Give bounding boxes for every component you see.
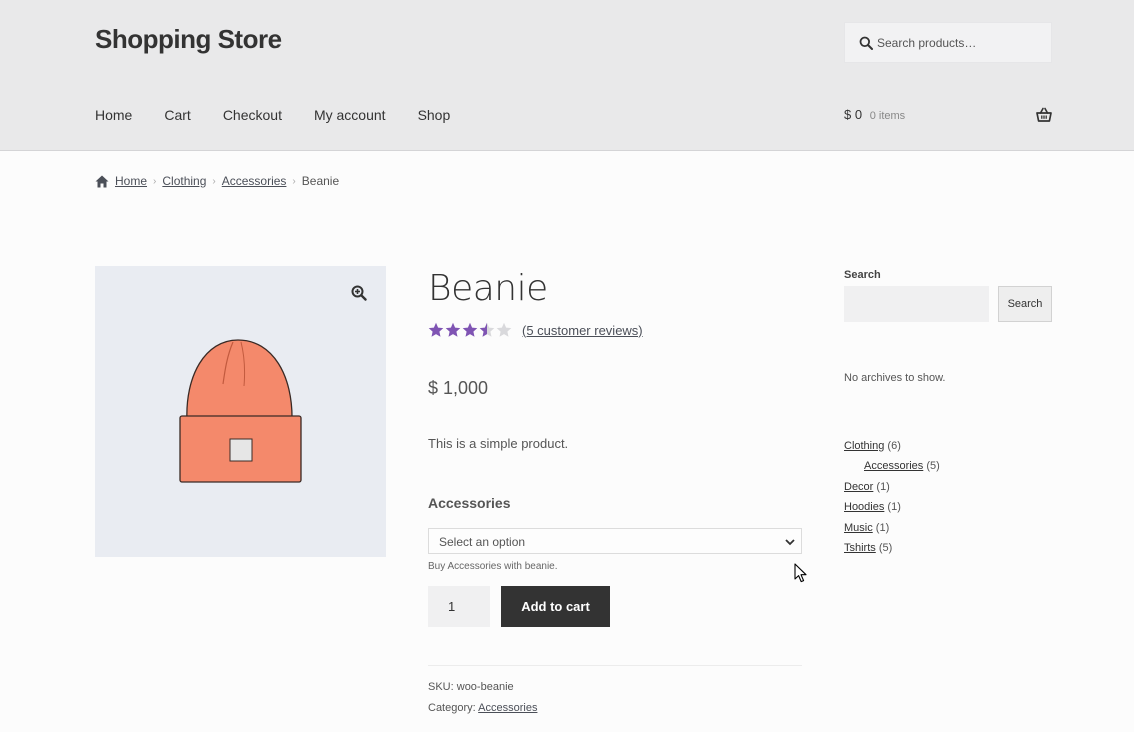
category-label: Category:	[428, 702, 476, 714]
primary-nav: Home Cart Checkout My account Shop	[95, 107, 482, 123]
product-image[interactable]	[95, 266, 386, 557]
breadcrumb-accessories[interactable]: Accessories	[222, 174, 287, 188]
category-item: Clothing (6)	[844, 439, 940, 459]
breadcrumb: Home › Clothing › Accessories › Beanie	[95, 174, 339, 188]
archives-empty-text: No archives to show.	[844, 372, 946, 384]
variation-label: Accessories	[428, 495, 511, 511]
breadcrumb-current: Beanie	[301, 174, 340, 188]
category-item: Accessories (5)	[844, 459, 940, 479]
nav-shop[interactable]: Shop	[418, 107, 451, 123]
divider	[428, 665, 802, 666]
basket-icon[interactable]	[1036, 107, 1052, 123]
product-search[interactable]	[844, 22, 1052, 63]
chevron-down-icon	[785, 539, 795, 546]
site-title[interactable]: Shopping Store	[95, 24, 282, 55]
category-link-hoodies[interactable]: Hoodies	[844, 501, 884, 513]
category-link[interactable]: Accessories	[478, 702, 537, 714]
sku-value: woo-beanie	[456, 681, 514, 693]
search-input[interactable]	[877, 23, 1047, 62]
nav-home[interactable]: Home	[95, 107, 132, 123]
star-icon	[445, 322, 461, 337]
category-item: Music (1)	[844, 521, 940, 541]
category-count: (1)	[876, 480, 890, 493]
star-icon	[428, 322, 444, 337]
category-item: Tshirts (5)	[844, 541, 940, 561]
star-icon	[479, 322, 495, 337]
product-rating: (5 customer reviews)	[428, 322, 643, 338]
product-category: Category: Accessories	[428, 702, 537, 714]
variation-description: Buy Accessories with beanie.	[428, 561, 558, 572]
breadcrumb-separator: ›	[292, 175, 296, 187]
category-count: (1)	[875, 521, 890, 534]
sku-label: SKU:	[428, 681, 454, 693]
sidebar-search-button[interactable]: Search	[998, 286, 1052, 322]
zoom-icon[interactable]	[351, 285, 367, 301]
product-price: $ 1,000	[428, 378, 489, 398]
header-cart[interactable]: $ 0 0 items	[844, 107, 1052, 125]
sidebar-search-input[interactable]	[844, 286, 989, 322]
category-link-accessories[interactable]: Accessories	[864, 460, 923, 472]
nav-my-account[interactable]: My account	[314, 107, 386, 123]
product-short-description: This is a simple product.	[428, 436, 569, 451]
cursor-icon	[794, 563, 807, 583]
category-link-clothing[interactable]: Clothing	[844, 440, 884, 452]
category-list: Clothing (6) Accessories (5) Decor (1) H…	[844, 439, 940, 561]
breadcrumb-home[interactable]: Home	[115, 174, 147, 188]
category-count: (1)	[887, 501, 901, 514]
category-count: (5)	[878, 541, 893, 554]
breadcrumb-separator: ›	[212, 175, 216, 187]
beanie-illustration	[179, 339, 302, 483]
select-value: Select an option	[439, 535, 526, 549]
category-item: Hoodies (1)	[844, 500, 940, 520]
category-item: Decor (1)	[844, 480, 940, 500]
search-icon	[859, 36, 873, 50]
nav-checkout[interactable]: Checkout	[223, 107, 282, 123]
quantity-input[interactable]	[428, 586, 490, 627]
add-to-cart-button[interactable]: Add to cart	[501, 586, 610, 627]
category-link-music[interactable]: Music	[844, 522, 873, 534]
cart-count[interactable]: 0 items	[870, 110, 905, 122]
product-title: Beanie	[428, 268, 548, 309]
category-link-tshirts[interactable]: Tshirts	[844, 542, 876, 554]
sidebar-search-title: Search	[844, 269, 881, 281]
accessories-select[interactable]: Select an option	[428, 528, 802, 554]
home-icon	[95, 175, 109, 187]
nav-cart[interactable]: Cart	[164, 107, 190, 123]
reviews-link[interactable]: (5 customer reviews)	[522, 323, 643, 338]
breadcrumb-separator: ›	[153, 175, 157, 187]
star-icon	[496, 322, 512, 337]
product-sku: SKU: woo-beanie	[428, 681, 514, 693]
category-count: (5)	[926, 460, 940, 473]
breadcrumb-clothing[interactable]: Clothing	[162, 174, 206, 188]
site-header: Shopping Store Home Cart Checkout My acc…	[0, 0, 1134, 151]
category-link-decor[interactable]: Decor	[844, 481, 873, 493]
category-count: (6)	[887, 440, 901, 452]
cart-amount[interactable]: $ 0	[844, 107, 862, 122]
star-icon	[462, 322, 478, 337]
star-rating	[428, 322, 513, 338]
